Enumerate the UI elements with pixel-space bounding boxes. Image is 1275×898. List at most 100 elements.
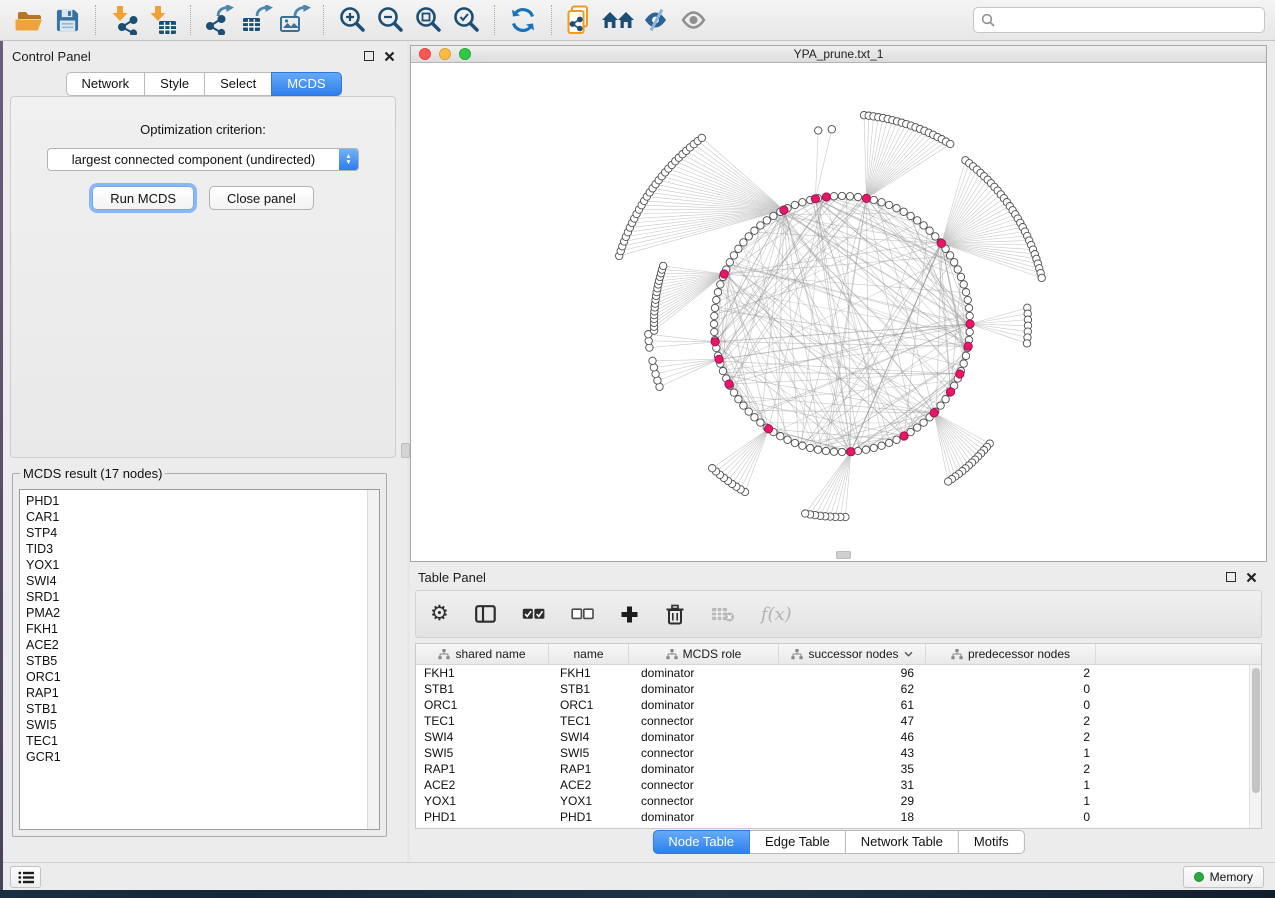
- mcds-result-item[interactable]: FKH1: [26, 621, 379, 637]
- select-all-columns-button[interactable]: [522, 599, 545, 629]
- table-scrollbar-thumb[interactable]: [1252, 668, 1260, 793]
- mcds-result-list[interactable]: PHD1CAR1STP4TID3YOX1SWI4SRD1PMA2FKH1ACE2…: [19, 489, 380, 830]
- column-header-name[interactable]: name: [549, 644, 629, 664]
- mcds-result-item[interactable]: PMA2: [26, 605, 379, 621]
- tab-edge-table[interactable]: Edge Table: [749, 830, 846, 854]
- zoom-selected-button[interactable]: [447, 3, 485, 37]
- table-row[interactable]: ORC1ORC1dominator610: [416, 697, 1261, 713]
- import-network-button[interactable]: [105, 3, 143, 37]
- mcds-list-scrollbar[interactable]: [367, 490, 379, 829]
- table-row[interactable]: ACE2ACE2connector311: [416, 777, 1261, 793]
- mcds-result-item[interactable]: SWI5: [26, 717, 379, 733]
- column-header-predecessor-nodes[interactable]: predecessor nodes: [926, 644, 1096, 664]
- run-mcds-button[interactable]: Run MCDS: [92, 186, 194, 210]
- table-scrollbar[interactable]: [1249, 665, 1261, 828]
- export-network-button[interactable]: [200, 3, 238, 37]
- mcds-result-item[interactable]: TID3: [26, 541, 379, 557]
- mcds-result-item[interactable]: SRD1: [26, 589, 379, 605]
- tab-mcds[interactable]: MCDS: [271, 72, 341, 96]
- network-window-titlebar[interactable]: YPA_prune.txt_1: [411, 46, 1266, 63]
- mcds-panel: Optimization criterion: largest connecte…: [10, 96, 396, 458]
- open-session-button[interactable]: [10, 3, 48, 37]
- tab-motifs[interactable]: Motifs: [958, 830, 1025, 854]
- mcds-result-item[interactable]: TEC1: [26, 733, 379, 749]
- mcds-result-item[interactable]: PHD1: [26, 493, 379, 509]
- column-header-successor-nodes[interactable]: successor nodes: [779, 644, 926, 664]
- show-column-panel-button[interactable]: [475, 599, 496, 629]
- optimization-criterion-select[interactable]: largest connected component (undirected)…: [47, 148, 359, 171]
- table-row[interactable]: RAP1RAP1dominator352: [416, 761, 1261, 777]
- export-table-icon: [241, 5, 273, 35]
- tab-network-table[interactable]: Network Table: [845, 830, 959, 854]
- toolbar-separator: [190, 5, 191, 35]
- mcds-result-item[interactable]: STB1: [26, 701, 379, 717]
- hide-selected-button[interactable]: [637, 3, 675, 37]
- export-image-button[interactable]: [276, 3, 314, 37]
- table-cell: 1: [926, 794, 1096, 808]
- table-cell: SWI5: [549, 746, 629, 760]
- table-row[interactable]: STB1STB1dominator620: [416, 681, 1261, 697]
- mcds-result-item[interactable]: RAP1: [26, 685, 379, 701]
- memory-label: Memory: [1210, 870, 1253, 884]
- tab-style[interactable]: Style: [144, 72, 205, 96]
- table-cell: YOX1: [549, 794, 629, 808]
- tab-node-table[interactable]: Node Table: [652, 830, 750, 854]
- table-row[interactable]: FKH1FKH1dominator962: [416, 665, 1261, 681]
- table-cell: SWI4: [416, 730, 549, 744]
- table-cell: 2: [926, 714, 1096, 728]
- table-row[interactable]: SWI5SWI5connector431: [416, 745, 1261, 761]
- mcds-result-item[interactable]: ACE2: [26, 637, 379, 653]
- table-cell: connector: [629, 746, 779, 760]
- zoom-fit-button[interactable]: [409, 3, 447, 37]
- table-cell: RAP1: [549, 762, 629, 776]
- import-table-button[interactable]: [143, 3, 181, 37]
- memory-status-icon: [1194, 872, 1204, 882]
- mcds-result-item[interactable]: GCR1: [26, 749, 379, 765]
- table-body[interactable]: FKH1FKH1dominator962STB1STB1dominator620…: [416, 665, 1261, 825]
- column-header-shared-name[interactable]: shared name: [416, 644, 549, 664]
- new-network-from-selection-button[interactable]: [561, 3, 599, 37]
- table-cell: 96: [779, 666, 926, 680]
- table-row[interactable]: TEC1TEC1connector472: [416, 713, 1261, 729]
- save-session-button[interactable]: [48, 3, 86, 37]
- zoom-in-button[interactable]: [333, 3, 371, 37]
- mcds-result-item[interactable]: ORC1: [26, 669, 379, 685]
- mcds-result-item[interactable]: SWI4: [26, 573, 379, 589]
- table-row[interactable]: PHD1PHD1dominator180: [416, 809, 1261, 825]
- network-canvas[interactable]: [411, 63, 1266, 561]
- delete-column-button[interactable]: [665, 599, 685, 629]
- mcds-result-item[interactable]: STP4: [26, 525, 379, 541]
- mcds-result-item[interactable]: CAR1: [26, 509, 379, 525]
- deselect-all-columns-button[interactable]: [571, 599, 594, 629]
- mcds-result-item[interactable]: YOX1: [26, 557, 379, 573]
- table-row[interactable]: SWI4SWI4dominator462: [416, 729, 1261, 745]
- float-table-panel-icon[interactable]: [1226, 572, 1236, 582]
- table-row[interactable]: YOX1YOX1connector291: [416, 793, 1261, 809]
- horizontal-splitter-handle[interactable]: [836, 551, 851, 559]
- export-table-button[interactable]: [238, 3, 276, 37]
- houses-button[interactable]: [599, 3, 637, 37]
- table-settings-button[interactable]: ⚙: [430, 599, 449, 629]
- column-header-MCDS-role[interactable]: MCDS role: [629, 644, 779, 664]
- apply-layout-button[interactable]: [504, 3, 542, 37]
- close-table-panel-icon[interactable]: [1246, 572, 1257, 583]
- panel-chooser-button[interactable]: [10, 866, 41, 888]
- zoom-out-button[interactable]: [371, 3, 409, 37]
- function-builder-button[interactable]: f(x): [761, 599, 792, 629]
- close-panel-icon[interactable]: [384, 51, 395, 62]
- search-input[interactable]: [1000, 13, 1257, 27]
- delete-table-button[interactable]: [711, 599, 735, 629]
- close-panel-button[interactable]: Close panel: [209, 186, 314, 210]
- mcds-result-item[interactable]: STB5: [26, 653, 379, 669]
- tree-icon: [791, 649, 803, 660]
- table-cell: FKH1: [416, 666, 549, 680]
- memory-button[interactable]: Memory: [1183, 866, 1264, 888]
- vertical-splitter-handle[interactable]: [401, 443, 410, 458]
- toolbar-separator: [551, 5, 552, 35]
- search-icon: [981, 13, 995, 27]
- float-panel-icon[interactable]: [364, 51, 374, 61]
- show-hidden-button[interactable]: [675, 3, 713, 37]
- tab-select[interactable]: Select: [204, 72, 272, 96]
- create-column-button[interactable]: [620, 599, 639, 629]
- tab-network[interactable]: Network: [65, 72, 145, 96]
